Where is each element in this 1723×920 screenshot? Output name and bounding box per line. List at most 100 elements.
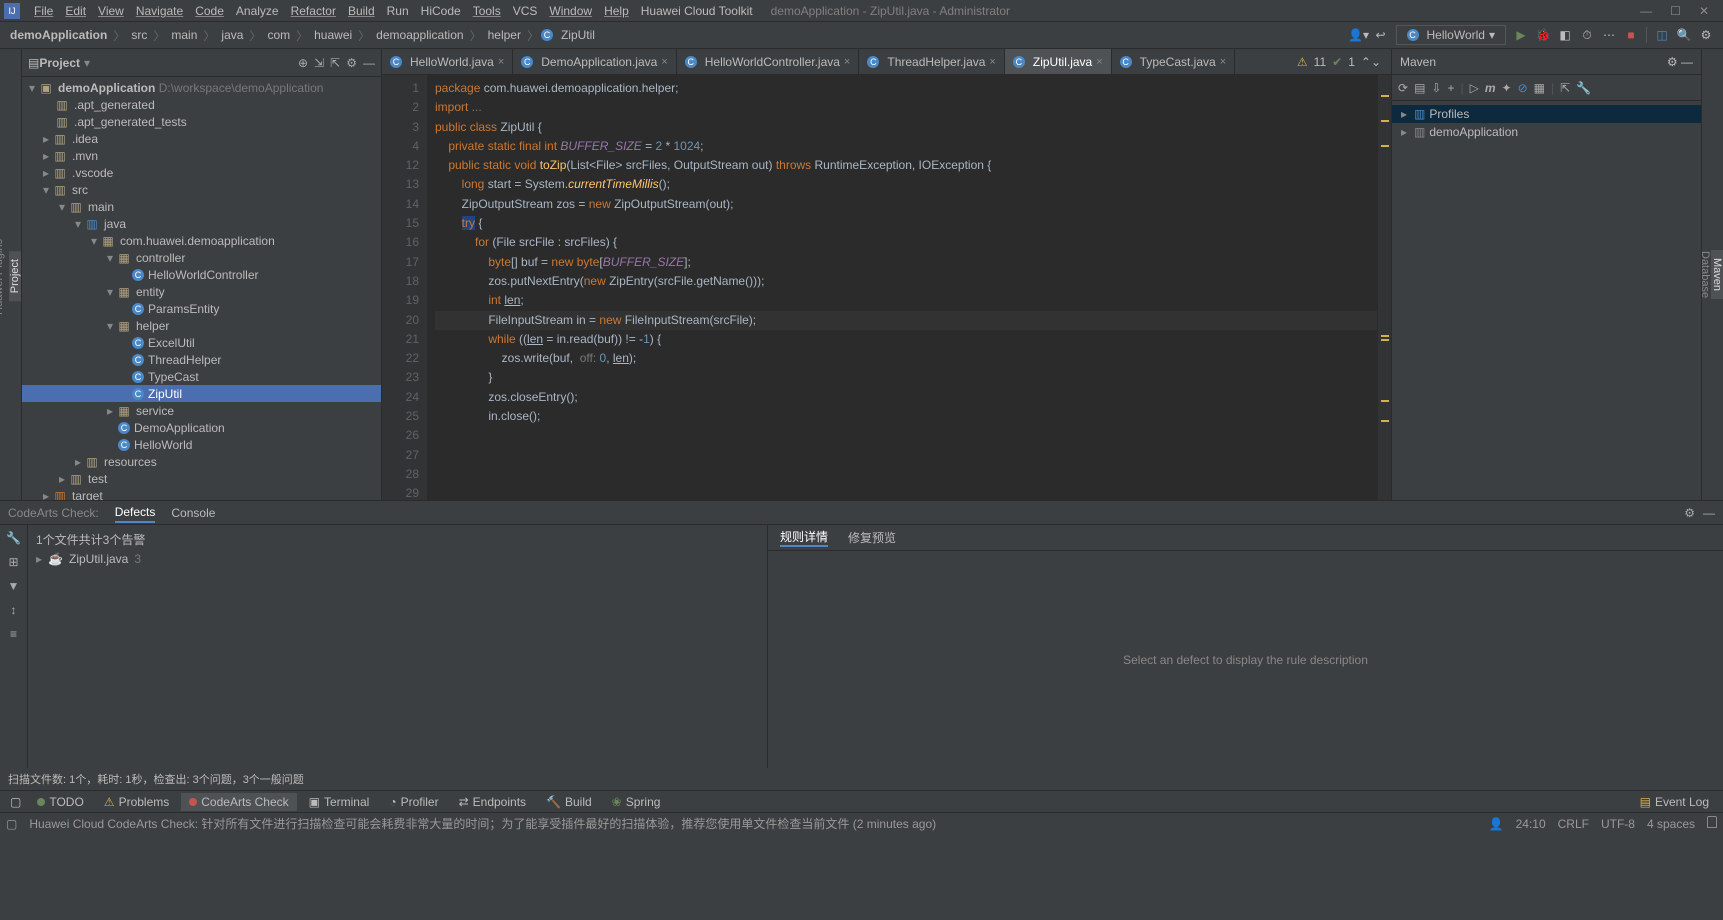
tree-item[interactable]: CHelloWorldController bbox=[22, 266, 381, 283]
tw-problems[interactable]: ⚠Problems bbox=[96, 793, 177, 811]
defects-file-row[interactable]: ▸ ☕ ZipUtil.java 3 bbox=[36, 550, 759, 568]
project-tree[interactable]: ▾▣demoApplication D:\workspace\demoAppli… bbox=[22, 77, 381, 500]
menu-vcs[interactable]: VCS bbox=[507, 2, 544, 20]
menu-refactor[interactable]: Refactor bbox=[285, 2, 342, 20]
crumb-java[interactable]: java bbox=[217, 26, 247, 44]
minimize-icon[interactable]: — bbox=[1640, 4, 1652, 18]
menu-help[interactable]: Help bbox=[598, 2, 635, 20]
ok-icon[interactable]: ✔ bbox=[1332, 55, 1342, 69]
tree-item[interactable]: ▾▥java bbox=[22, 215, 381, 232]
collapse-all-icon[interactable]: ⇱ bbox=[330, 56, 340, 70]
tab-close-icon[interactable]: × bbox=[844, 56, 850, 68]
menu-huawei-toolkit[interactable]: Huawei Cloud Toolkit bbox=[635, 2, 759, 20]
settings-icon[interactable]: ⚙ bbox=[1695, 24, 1717, 46]
tree-item[interactable]: ▥.apt_generated_tests bbox=[22, 113, 381, 130]
crumb-demoapp[interactable]: demoapplication bbox=[372, 26, 467, 44]
run-config-dropdown[interactable]: C HelloWorld ▾ bbox=[1396, 25, 1507, 45]
run-icon[interactable]: ▶ bbox=[1510, 24, 1532, 46]
editor-tab[interactable]: CDemoApplication.java× bbox=[513, 49, 677, 74]
defects-tree[interactable]: 1个文件共计3个告警 ▸ ☕ ZipUtil.java 3 bbox=[28, 525, 768, 768]
tab-defects[interactable]: Defects bbox=[115, 503, 156, 523]
tree-item[interactable]: ▾▥main bbox=[22, 198, 381, 215]
expand-icon[interactable]: ⌃⌄ bbox=[1361, 55, 1381, 69]
filter-icon[interactable]: ▼ bbox=[8, 579, 20, 593]
toggle-icon[interactable]: ✦ bbox=[1502, 81, 1512, 95]
user-icon[interactable]: 👤 bbox=[1489, 817, 1504, 831]
tree-item[interactable]: ▸▥resources bbox=[22, 453, 381, 470]
wrench-icon[interactable]: 🔧 bbox=[1576, 81, 1591, 95]
tree-item[interactable]: ▸▥.vscode bbox=[22, 164, 381, 181]
menu-hicode[interactable]: HiCode bbox=[415, 2, 467, 20]
search-icon[interactable]: 🔍 bbox=[1673, 24, 1695, 46]
hide-panel-icon[interactable]: — bbox=[363, 56, 375, 70]
tree-item[interactable]: CHelloWorld bbox=[22, 436, 381, 453]
crumb-huawei[interactable]: huawei bbox=[310, 26, 356, 44]
tab-close-icon[interactable]: × bbox=[1096, 56, 1102, 68]
tab-console[interactable]: Console bbox=[171, 504, 215, 522]
line-separator[interactable]: CRLF bbox=[1558, 817, 1589, 831]
status-msg-icon[interactable]: ▢ bbox=[6, 817, 17, 831]
reload-icon[interactable]: ⟳ bbox=[1398, 81, 1408, 95]
editor-tab[interactable]: CHelloWorldController.java× bbox=[677, 49, 860, 74]
tab-rule-detail[interactable]: 规则详情 bbox=[780, 528, 828, 547]
tool-windows-icon[interactable]: ▢ bbox=[6, 795, 25, 809]
tree-item[interactable]: ▾▥src bbox=[22, 181, 381, 198]
menu-run[interactable]: Run bbox=[381, 2, 415, 20]
coverage-icon[interactable]: ◧ bbox=[1554, 24, 1576, 46]
hide-panel-icon[interactable]: — bbox=[1681, 55, 1693, 69]
stop-icon[interactable]: ■ bbox=[1620, 24, 1642, 46]
menu-view[interactable]: View bbox=[92, 2, 130, 20]
profile-icon[interactable]: ⏱ bbox=[1576, 24, 1598, 46]
tree-item[interactable]: CTypeCast bbox=[22, 368, 381, 385]
sort-icon[interactable]: ↕ bbox=[11, 603, 17, 617]
skip-tests-icon[interactable]: ⊘ bbox=[1518, 81, 1528, 95]
tree-toggle-icon[interactable]: ⊞ bbox=[8, 555, 18, 569]
generate-icon[interactable]: ▤ bbox=[1414, 81, 1425, 95]
maximize-icon[interactable]: ☐ bbox=[1670, 4, 1681, 18]
list-icon[interactable]: ≡ bbox=[10, 627, 17, 641]
editor-tab[interactable]: CThreadHelper.java× bbox=[859, 49, 1005, 74]
menu-window[interactable]: Window bbox=[543, 2, 598, 20]
tree-item[interactable]: CDemoApplication bbox=[22, 419, 381, 436]
menu-code[interactable]: Code bbox=[189, 2, 230, 20]
menu-navigate[interactable]: Navigate bbox=[130, 2, 189, 20]
crumb-main[interactable]: main bbox=[167, 26, 201, 44]
tab-maven[interactable]: Maven bbox=[1711, 250, 1723, 299]
close-icon[interactable]: ✕ bbox=[1699, 4, 1709, 18]
menu-file[interactable]: File bbox=[28, 2, 59, 20]
wrench-icon[interactable]: 🔧 bbox=[6, 531, 21, 545]
tree-item[interactable]: ▸▦service bbox=[22, 402, 381, 419]
tw-spring[interactable]: ❀Spring bbox=[604, 793, 669, 811]
menu-analyze[interactable]: Analyze bbox=[230, 2, 285, 20]
add-user-icon[interactable]: 👤▾ bbox=[1348, 24, 1370, 46]
run-maven-icon[interactable]: ▷ bbox=[1470, 81, 1479, 95]
menu-tools[interactable]: Tools bbox=[467, 2, 507, 20]
tree-item[interactable]: CThreadHelper bbox=[22, 351, 381, 368]
editor-tab-active[interactable]: CZipUtil.java× bbox=[1005, 49, 1112, 74]
crumb-com[interactable]: com bbox=[263, 26, 294, 44]
more-run-icon[interactable]: ⋯ bbox=[1598, 24, 1620, 46]
tree-item[interactable]: ▾▦helper bbox=[22, 317, 381, 334]
gear-icon[interactable]: ⚙ bbox=[346, 56, 357, 70]
editor-tab[interactable]: CTypeCast.java× bbox=[1112, 49, 1235, 74]
code-editor[interactable]: package com.huawei.demoapplication.helpe… bbox=[427, 75, 1377, 500]
tab-huawei-plugins[interactable]: Huawei Plugins bbox=[0, 231, 5, 323]
hide-panel-icon[interactable]: — bbox=[1703, 506, 1715, 520]
tree-item[interactable]: ▸▥.idea bbox=[22, 130, 381, 147]
tw-profiler[interactable]: ◔Profiler bbox=[381, 793, 446, 811]
caret-position[interactable]: 24:10 bbox=[1516, 817, 1546, 831]
crumb-helper[interactable]: helper bbox=[484, 26, 525, 44]
tw-codearts[interactable]: CodeArts Check bbox=[181, 793, 296, 811]
crumb-project[interactable]: demoApplication bbox=[6, 26, 111, 44]
tab-fix-preview[interactable]: 修复预览 bbox=[848, 529, 896, 546]
editor-tab[interactable]: CHelloWorld.java× bbox=[382, 49, 513, 74]
tree-item[interactable]: ▾▦com.huawei.demoapplication bbox=[22, 232, 381, 249]
tw-endpoints[interactable]: ⇄Endpoints bbox=[451, 793, 534, 811]
tree-item[interactable]: ▸▥.mvn bbox=[22, 147, 381, 164]
lock-icon[interactable] bbox=[1707, 816, 1717, 831]
collapse-icon[interactable]: ⇱ bbox=[1560, 81, 1570, 95]
encoding[interactable]: UTF-8 bbox=[1601, 817, 1635, 831]
tab-project[interactable]: Project bbox=[9, 251, 21, 301]
add-icon[interactable]: + bbox=[1447, 81, 1454, 95]
tree-item[interactable]: CExcelUtil bbox=[22, 334, 381, 351]
